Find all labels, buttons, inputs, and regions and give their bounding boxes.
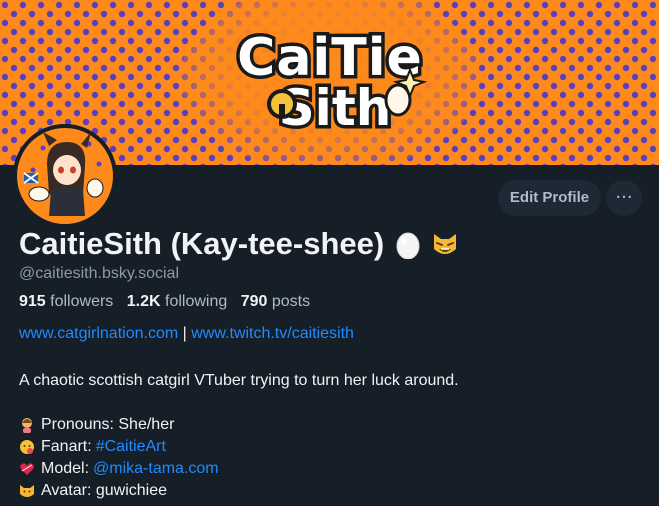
heart-icon	[19, 461, 35, 477]
profile-links: www.catgirlnation.com | www.twitch.tv/ca…	[19, 325, 354, 343]
palette-face-icon	[19, 439, 35, 455]
model-link[interactable]: @mika-tama.com	[93, 458, 219, 480]
bio-fanart: Fanart: #CaitieArt	[19, 436, 459, 458]
more-options-button[interactable]: ···	[606, 180, 642, 216]
followers-link[interactable]: 915 followers	[19, 293, 113, 310]
bio-avatar: Avatar: guwichiee	[19, 480, 459, 502]
twitch-link[interactable]: www.twitch.tv/caitiesith	[191, 325, 354, 342]
bio-intro: A chaotic scottish catgirl VTuber trying…	[19, 372, 459, 389]
edit-profile-button[interactable]: Edit Profile	[498, 180, 601, 216]
person-icon	[19, 417, 35, 433]
scotland-flag-icon	[23, 172, 39, 184]
fanart-hashtag[interactable]: #CaitieArt	[96, 436, 166, 458]
bio-pronouns: Pronouns: She/her	[19, 414, 459, 436]
cat-face-icon	[19, 483, 35, 499]
avatar[interactable]	[13, 124, 117, 228]
profile-bio: A chaotic scottish catgirl VTuber trying…	[19, 370, 459, 502]
display-name-text: CaitieSith (Kay-tee-shee)	[19, 226, 385, 261]
website-link[interactable]: www.catgirlnation.com	[19, 325, 178, 342]
bio-model: Model: @mika-tama.com	[19, 458, 459, 480]
egg-icon	[394, 229, 422, 260]
profile-handle: @caitiesith.bsky.social	[19, 265, 179, 282]
ellipsis-icon: ···	[615, 187, 633, 208]
profile-stats: 915 followers 1.2K following 790 posts	[19, 293, 310, 311]
cat-face-icon	[430, 229, 458, 259]
link-separator: |	[182, 325, 187, 342]
posts-count: 790 posts	[240, 293, 311, 310]
following-link[interactable]: 1.2K following	[127, 293, 228, 310]
display-name: CaitieSith (Kay-tee-shee)	[19, 226, 458, 262]
